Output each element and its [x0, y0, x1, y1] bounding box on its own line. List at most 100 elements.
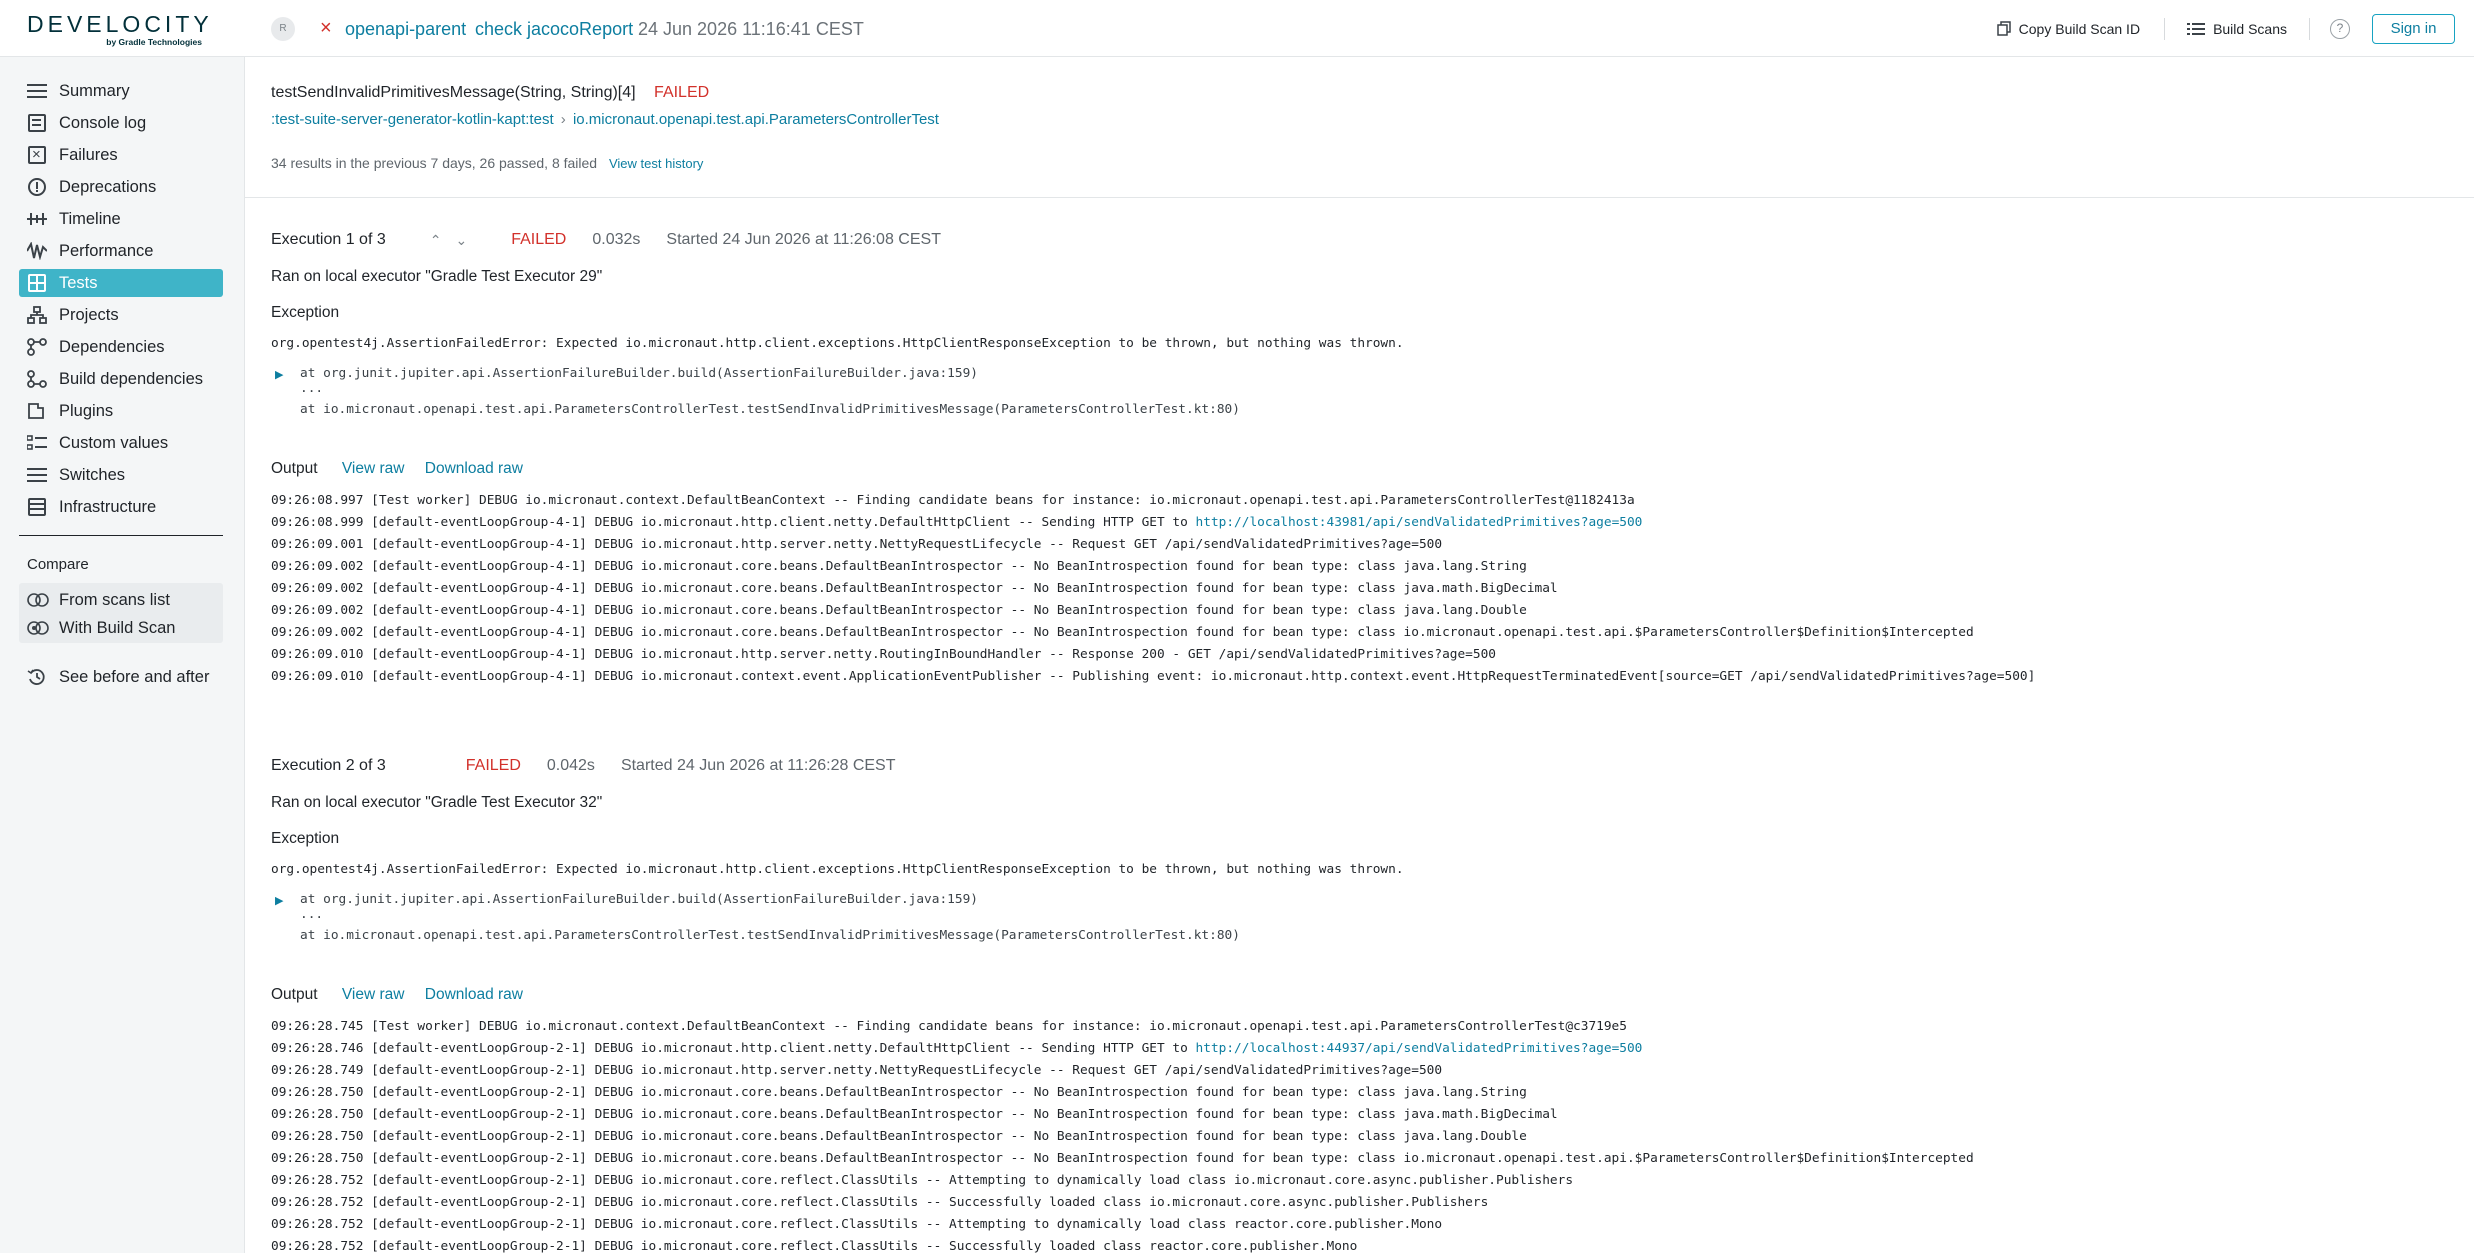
- log-line: 09:26:28.746 [default-eventLoopGroup-2-1…: [271, 1038, 1974, 1060]
- sidebar-item-timeline[interactable]: Timeline: [19, 205, 223, 233]
- sidebar-item-label: Summary: [59, 81, 130, 100]
- output-heading-row: Output View raw Download raw: [271, 460, 523, 478]
- infrastructure-icon: [27, 498, 47, 516]
- sidebar-item-infrastructure[interactable]: Infrastructure: [19, 493, 223, 521]
- compare-scan-icon: [27, 619, 49, 637]
- sign-in-button[interactable]: Sign in: [2372, 13, 2455, 44]
- log-text: 09:26:28.750 [default-eventLoopGroup-2-1…: [271, 1129, 1527, 1144]
- log-text: 09:26:28.750 [default-eventLoopGroup-2-1…: [271, 1085, 1527, 1100]
- sidebar-item-plugins[interactable]: Plugins: [19, 397, 223, 425]
- sidebar-item-summary[interactable]: Summary: [19, 77, 223, 105]
- summary-icon: [27, 82, 47, 100]
- sidebar-item-label: Build dependencies: [59, 369, 204, 388]
- sidebar-item-label: Plugins: [59, 401, 114, 420]
- sidebar-item-deprecations[interactable]: Deprecations: [19, 173, 223, 201]
- view-raw-link[interactable]: View raw: [342, 986, 405, 1003]
- exception-message: org.opentest4j.AssertionFailedError: Exp…: [271, 862, 1404, 877]
- sidebar-item-build-dependencies[interactable]: Build dependencies: [19, 365, 223, 393]
- log-line: 09:26:28.750 [default-eventLoopGroup-2-1…: [271, 1148, 1974, 1170]
- see-before-and-after[interactable]: See before and after: [19, 663, 223, 691]
- output-log: 09:26:28.745 [Test worker] DEBUG io.micr…: [271, 1016, 1974, 1258]
- log-line: 09:26:08.999 [default-eventLoopGroup-4-1…: [271, 512, 2035, 534]
- download-raw-link[interactable]: Download raw: [425, 986, 523, 1003]
- stacktrace-line: at io.micronaut.openapi.test.api.Paramet…: [300, 928, 1240, 943]
- download-raw-link[interactable]: Download raw: [425, 460, 523, 477]
- sidebar-item-tests[interactable]: Tests: [19, 269, 223, 297]
- compare-heading: Compare: [27, 556, 89, 573]
- sidebar-item-label: Dependencies: [59, 337, 165, 356]
- log-line: 09:26:09.010 [default-eventLoopGroup-4-1…: [271, 666, 2035, 688]
- logo-subtitle: by Gradle Technologies: [106, 37, 202, 47]
- log-line: 09:26:09.010 [default-eventLoopGroup-4-1…: [271, 644, 2035, 666]
- plugins-icon: [27, 402, 47, 420]
- log-text: 09:26:28.746 [default-eventLoopGroup-2-1…: [271, 1041, 1196, 1056]
- build-dependencies-icon: [27, 370, 47, 388]
- sidebar-item-failures[interactable]: × Failures: [19, 141, 223, 169]
- sidebar-item-label: Timeline: [59, 209, 121, 228]
- failures-icon: ×: [27, 146, 47, 164]
- chevron-up-icon[interactable]: ⌃: [430, 232, 442, 249]
- task-path-link[interactable]: :test-suite-server-generator-kotlin-kapt…: [271, 111, 554, 128]
- log-text: 09:26:09.002 [default-eventLoopGroup-4-1…: [271, 625, 1974, 640]
- class-path-link[interactable]: io.micronaut.openapi.test.api.Parameters…: [573, 111, 939, 128]
- header-divider: [2309, 17, 2310, 40]
- sidebar-item-projects[interactable]: Projects: [19, 301, 223, 329]
- expand-stacktrace-icon[interactable]: ▶: [275, 894, 283, 907]
- stacktrace-ellipsis: ...: [300, 907, 324, 922]
- execution-header: Execution 2 of 3 FAILED 0.042s Started 2…: [271, 757, 896, 775]
- log-text: 09:26:09.010 [default-eventLoopGroup-4-1…: [271, 647, 1496, 662]
- develocity-logo[interactable]: DEVELOCITY by Gradle Technologies: [27, 11, 213, 47]
- log-line: 09:26:28.752 [default-eventLoopGroup-2-1…: [271, 1192, 1974, 1214]
- copy-icon: [1996, 21, 2011, 36]
- help-icon[interactable]: ?: [2330, 18, 2350, 39]
- log-text: 09:26:09.010 [default-eventLoopGroup-4-1…: [271, 669, 2036, 684]
- view-test-history-link[interactable]: View test history: [609, 156, 703, 171]
- console-log-icon: [27, 114, 47, 132]
- project-name-link[interactable]: openapi-parent: [345, 17, 466, 41]
- stacktrace-line: at org.junit.jupiter.api.AssertionFailur…: [300, 366, 978, 381]
- executor-info: Ran on local executor "Gradle Test Execu…: [271, 268, 603, 285]
- log-text: 09:26:28.752 [default-eventLoopGroup-2-1…: [271, 1195, 1489, 1210]
- header-divider: [2164, 17, 2166, 40]
- view-raw-link[interactable]: View raw: [342, 460, 405, 477]
- sidebar-item-switches[interactable]: Switches: [19, 461, 223, 489]
- copy-build-scan-id-button[interactable]: Copy Build Scan ID: [1996, 21, 2140, 37]
- sidebar-item-dependencies[interactable]: Dependencies: [19, 333, 223, 361]
- compare-with-build-scan[interactable]: With Build Scan: [19, 614, 223, 642]
- compare-from-scans-list[interactable]: From scans list: [19, 586, 223, 614]
- test-title-row: testSendInvalidPrimitivesMessage(String,…: [271, 84, 709, 102]
- output-log: 09:26:08.997 [Test worker] DEBUG io.micr…: [271, 490, 2035, 688]
- chevron-down-icon[interactable]: ⌄: [455, 232, 467, 249]
- execution-title: Execution 2 of 3: [271, 757, 386, 774]
- log-line: 09:26:28.750 [default-eventLoopGroup-2-1…: [271, 1082, 1974, 1104]
- build-scans-button[interactable]: Build Scans: [2187, 21, 2287, 37]
- stacktrace-ellipsis: ...: [300, 381, 324, 396]
- log-text: 09:26:08.997 [Test worker] DEBUG io.micr…: [271, 493, 1635, 508]
- avatar[interactable]: R: [271, 17, 295, 41]
- sidebar-item-label: Infrastructure: [59, 497, 157, 516]
- log-text: 09:26:09.001 [default-eventLoopGroup-4-1…: [271, 537, 1443, 552]
- tasks-link[interactable]: check jacocoReport: [475, 17, 633, 41]
- log-text: 09:26:08.999 [default-eventLoopGroup-4-1…: [271, 515, 1196, 530]
- main-content: testSendInvalidPrimitivesMessage(String,…: [245, 57, 2474, 1254]
- sidebar-item-performance[interactable]: Performance: [19, 237, 223, 265]
- sidebar-item-custom-values[interactable]: Custom values: [19, 429, 223, 457]
- sidebar-item-console-log[interactable]: Console log: [19, 109, 223, 137]
- compare-with-build-scan-label: With Build Scan: [59, 618, 176, 637]
- history-icon: [27, 668, 47, 686]
- sidebar: Summary Console log × Failures Deprecati…: [0, 57, 245, 1253]
- log-url-link[interactable]: http://localhost:43981/api/sendValidated…: [1196, 515, 1643, 530]
- log-line: 09:26:28.752 [default-eventLoopGroup-2-1…: [271, 1236, 1974, 1258]
- log-line: 09:26:09.002 [default-eventLoopGroup-4-1…: [271, 556, 2035, 578]
- section-divider: [245, 197, 2474, 198]
- compare-from-scans-list-label: From scans list: [59, 590, 170, 609]
- log-line: 09:26:28.750 [default-eventLoopGroup-2-1…: [271, 1104, 1974, 1126]
- execution-status: FAILED: [511, 231, 567, 248]
- log-line: 09:26:08.997 [Test worker] DEBUG io.micr…: [271, 490, 2035, 512]
- execution-started: Started 24 Jun 2026 at 11:26:08 CEST: [666, 231, 941, 248]
- log-url-link[interactable]: http://localhost:44937/api/sendValidated…: [1196, 1041, 1643, 1056]
- build-timestamp: 24 Jun 2026 11:16:41 CEST: [638, 19, 864, 39]
- execution-duration: 0.032s: [592, 231, 641, 248]
- logo-wordmark: DEVELOCITY: [27, 11, 213, 37]
- expand-stacktrace-icon[interactable]: ▶: [275, 368, 283, 381]
